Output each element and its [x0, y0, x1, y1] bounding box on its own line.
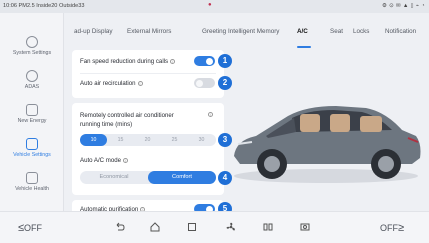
auto-air-recirculation-toggle[interactable]	[194, 78, 215, 88]
time-option-25[interactable]: 25	[161, 134, 188, 146]
remote-ac-label-line1: Remotely controlled air conditioner	[80, 112, 174, 119]
camera-icon[interactable]	[299, 221, 311, 233]
divider	[80, 73, 216, 74]
mode-economical[interactable]: Economical	[80, 171, 148, 184]
home-icon[interactable]	[149, 221, 161, 233]
tab-notification[interactable]: Notification	[385, 28, 416, 35]
sidebar-item-vehicle-settings[interactable]: Vehicle Settings	[0, 135, 64, 169]
sidebar-item-vehicle-health[interactable]: Vehicle Health	[0, 169, 64, 203]
callout-badge: 1	[218, 54, 232, 68]
new-energy-icon	[26, 104, 38, 116]
tab-seat[interactable]: Seat	[330, 28, 343, 35]
seat-heat-icon[interactable]	[262, 221, 274, 233]
status-text: 10:06 PM2.5 Inside20 Outside33	[3, 3, 85, 9]
vehicle-settings-icon	[26, 138, 38, 150]
fan-icon[interactable]	[225, 221, 237, 233]
fan-speed-toggle[interactable]	[194, 56, 215, 66]
right-temp-control[interactable]: OFF≥	[380, 222, 404, 234]
status-icons: ⚙ ⊙ ✉ ▲ ▯ ⌁ ◔	[382, 3, 425, 9]
left-temp-control[interactable]: ≤OFF	[18, 222, 42, 234]
time-option-20[interactable]: 20	[134, 134, 161, 146]
tab-ac[interactable]: A/C	[297, 28, 308, 35]
auto-air-recirculation-label: Auto air recirculation i	[80, 80, 143, 87]
sidebar-item-system-settings[interactable]: System Settings	[0, 33, 64, 67]
time-option-15[interactable]: 15	[107, 134, 134, 146]
car-illustration	[234, 106, 421, 183]
tab-intelligent-memory[interactable]: Intelligent Memory	[228, 28, 279, 35]
adas-icon	[26, 70, 38, 82]
auto-ac-mode-selector: Economical Comfort	[80, 171, 216, 184]
sidebar-item-label: ADAS	[24, 84, 40, 90]
screen: 10:06 PM2.5 Inside20 Outside33 ● ⚙ ⊙ ✉ ▲…	[0, 0, 429, 243]
sidebar-item-new-energy[interactable]: New Energy	[0, 101, 64, 135]
info-icon[interactable]: i	[123, 157, 128, 163]
fan-speed-label: Fan speed reduction during calls i	[80, 58, 176, 65]
square-icon[interactable]	[186, 221, 198, 233]
mode-comfort[interactable]: Comfort	[148, 171, 216, 184]
bottom-bar: ≤OFF OFF≥	[0, 211, 429, 243]
sidebar-item-adas[interactable]: ADAS	[0, 67, 64, 101]
back-icon[interactable]	[114, 221, 126, 233]
sidebar-item-label: Vehicle Health	[15, 186, 49, 192]
tab-external-mirrors[interactable]: External Mirrors	[127, 28, 171, 35]
status-bar: 10:06 PM2.5 Inside20 Outside33 ● ⚙ ⊙ ✉ ▲…	[0, 0, 429, 13]
sidebar-item-label: Vehicle Settings	[13, 152, 51, 158]
info-icon[interactable]: i	[170, 58, 176, 64]
sidebar: System Settings ADAS New Energy Vehicle …	[0, 13, 64, 211]
info-icon[interactable]: i	[137, 80, 143, 86]
tab-bar: ad-up Display External Mirrors Greeting …	[70, 28, 429, 40]
active-tab-indicator	[297, 46, 311, 48]
sidebar-item-label: System Settings	[12, 50, 52, 56]
tab-head-up-display[interactable]: ad-up Display	[74, 28, 113, 35]
remote-ac-label-line2: running time (mins)	[80, 121, 133, 128]
remote-ac-time-selector: 10 15 20 25 30	[80, 134, 216, 146]
time-option-10[interactable]: 10	[80, 134, 107, 146]
auto-ac-mode-label: Auto A/C mode i	[80, 157, 128, 164]
tab-locks[interactable]: Locks	[353, 28, 369, 35]
settings-icon	[26, 36, 38, 48]
location-pin-icon: ●	[208, 2, 212, 8]
tab-greeting[interactable]: Greeting	[202, 28, 226, 35]
vehicle-health-icon	[26, 172, 38, 184]
info-icon[interactable]: i	[208, 112, 213, 117]
time-option-30[interactable]: 30	[188, 134, 215, 146]
sidebar-item-label: New Energy	[17, 118, 47, 124]
